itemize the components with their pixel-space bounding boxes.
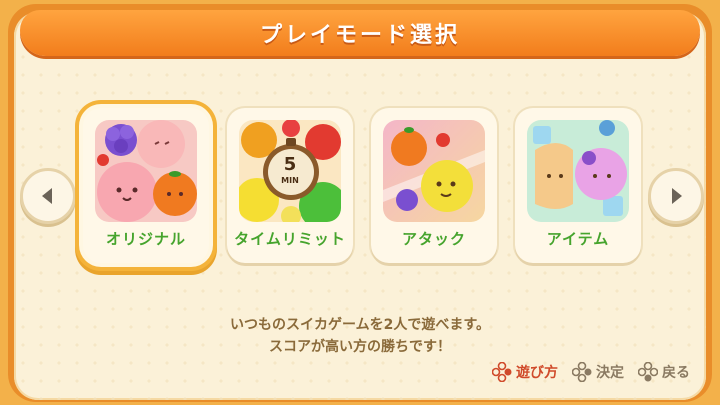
next-page-button[interactable] [648,168,704,224]
back-button[interactable]: 戻る [638,362,690,382]
back-label: 戻る [662,365,690,381]
howto-label: 遊び方 [516,365,558,381]
original-mode-art [95,120,197,222]
dpad-buttons-icon [492,362,512,382]
time-limit-mode-art: 5 MIN [239,120,341,222]
timer-unit: MIN [281,176,299,185]
timer-value: 5 [283,154,297,175]
mode-card-item[interactable]: アイテム [515,108,641,263]
attack-mode-art [383,120,485,222]
mode-label-item: アイテム [546,230,610,248]
dpad-buttons-icon [638,362,658,382]
mode-description: いつものスイカゲームを2人で遊べます。 スコアが高い方の勝ちです！ [0,314,720,358]
mode-card-attack[interactable]: アタック [371,108,497,263]
item-mode-art [527,120,629,222]
button-guide: 遊び方 決定 戻る [492,362,690,382]
howto-button[interactable]: 遊び方 [492,362,558,382]
confirm-label: 決定 [596,365,624,381]
description-line-2: スコアが高い方の勝ちです！ [269,339,451,355]
confirm-button[interactable]: 決定 [572,362,624,382]
dpad-buttons-icon [572,362,592,382]
chevron-right-icon [672,188,682,204]
page-title: プレイモード選択 [259,23,460,48]
chevron-left-icon [42,188,52,204]
mode-label-attack: アタック [401,230,466,248]
prev-page-button[interactable] [20,168,76,224]
description-line-1: いつものスイカゲームを2人で遊べます。 [230,317,490,333]
mode-card-original[interactable]: オリジナル [83,108,209,263]
mode-card-time-limit[interactable]: 5 MIN タイムリミット [227,108,353,263]
title-banner: プレイモード選択 [20,10,700,56]
mode-label-original: オリジナル [105,230,186,248]
mode-label-time-limit: タイムリミット [234,230,346,248]
